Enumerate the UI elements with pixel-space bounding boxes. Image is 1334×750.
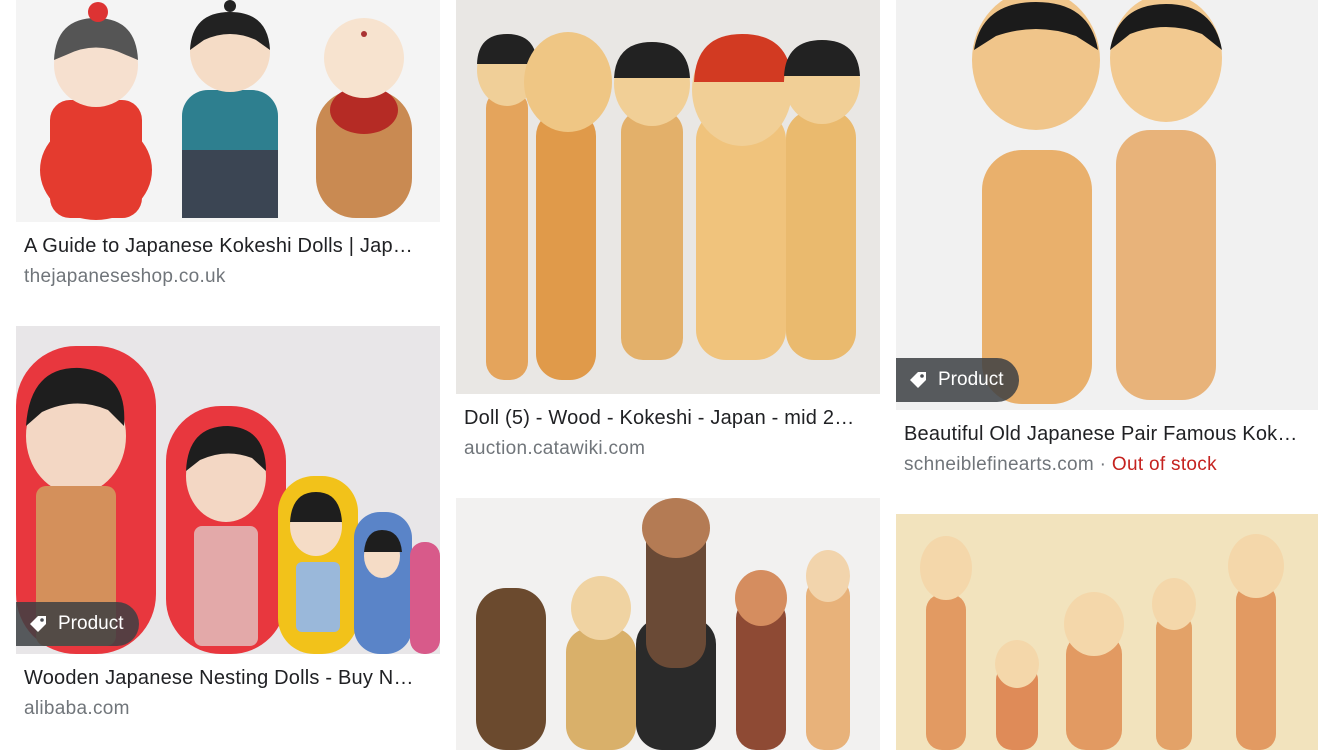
product-badge-label: Product	[938, 369, 1004, 390]
result-source[interactable]: schneiblefinearts.com	[904, 454, 1094, 475]
result-card-catawiki[interactable]: Doll (5) - Wood - Kokeshi - Japan - mid …	[456, 0, 880, 480]
result-thumbnail[interactable]	[16, 0, 440, 222]
separator-dot: ·	[1099, 454, 1107, 475]
product-badge: Product	[16, 602, 140, 646]
result-title[interactable]: Beautiful Old Japanese Pair Famous Koke…	[904, 423, 1304, 446]
result-title[interactable]: A Guide to Japanese Kokeshi Dolls | Japa…	[24, 235, 424, 258]
tag-icon	[910, 372, 926, 388]
result-card-japaneseshop[interactable]: A Guide to Japanese Kokeshi Dolls | Japa…	[16, 0, 440, 300]
result-thumbnail[interactable]	[456, 0, 880, 394]
result-thumbnail[interactable]	[456, 498, 880, 750]
result-title[interactable]: Doll (5) - Wood - Kokeshi - Japan - mid …	[464, 407, 864, 430]
result-card-image[interactable]	[896, 514, 1320, 750]
result-card-schneible[interactable]: Product Beautiful Old Japanese Pair Famo…	[896, 0, 1320, 496]
result-card-image[interactable]	[456, 498, 880, 750]
product-badge: Product	[896, 358, 1020, 402]
result-source[interactable]: thejapaneseshop.co.uk	[24, 266, 226, 288]
result-title[interactable]: Wooden Japanese Nesting Dolls - Buy Nes…	[24, 667, 424, 690]
result-source-line: schneiblefinearts.com · Out of stock	[904, 454, 1217, 476]
tag-icon	[30, 616, 46, 632]
product-badge-label: Product	[58, 613, 124, 634]
result-source[interactable]: auction.catawiki.com	[464, 438, 645, 460]
result-source[interactable]: alibaba.com	[24, 698, 130, 720]
result-card-alibaba[interactable]: Product Wooden Japanese Nesting Dolls - …	[16, 326, 440, 746]
stock-status: Out of stock	[1111, 454, 1217, 475]
result-thumbnail[interactable]	[896, 0, 1320, 410]
result-thumbnail[interactable]	[896, 514, 1320, 750]
